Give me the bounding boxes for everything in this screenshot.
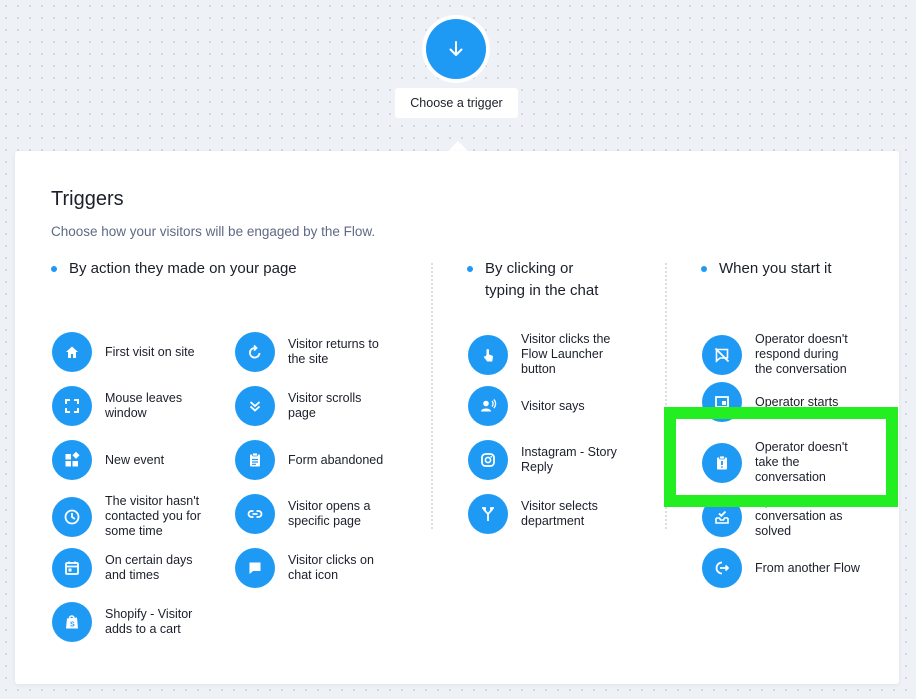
trigger-days-times[interactable]: On certain days and times: [52, 548, 193, 588]
trigger-shopify-cart[interactable]: S Shopify - Visitor adds to a cart: [52, 602, 192, 642]
trigger-first-visit[interactable]: First visit on site: [52, 332, 195, 372]
panel-title: Triggers: [51, 188, 124, 210]
clipboard-icon: [235, 440, 275, 480]
link-icon: [235, 494, 275, 534]
chat-bubble-icon: [235, 548, 275, 588]
home-icon: [52, 332, 92, 372]
trigger-label: Visitor scrolls page: [288, 391, 362, 420]
trigger-selects-department[interactable]: Visitor selects department: [468, 494, 598, 534]
column-divider: [431, 263, 433, 529]
double-chevron-down-icon: [235, 386, 275, 426]
trigger-label: Visitor says: [521, 398, 585, 413]
trigger-visitor-says[interactable]: Visitor says: [468, 386, 585, 426]
trigger-opens-page[interactable]: Visitor opens a specific page: [235, 494, 370, 534]
trigger-label: Mouse leaves window: [105, 391, 183, 420]
instagram-icon: [468, 440, 508, 480]
trigger-new-event[interactable]: New event: [52, 440, 164, 480]
person-voice-icon: [468, 386, 508, 426]
panel-subtitle: Choose how your visitors will be engaged…: [51, 224, 376, 239]
trigger-label: Visitor clicks on chat icon: [288, 553, 374, 582]
trigger-label: From another Flow: [755, 560, 860, 575]
choose-trigger-label[interactable]: Choose a trigger: [395, 88, 518, 118]
shopify-bag-icon: S: [52, 602, 92, 642]
trigger-label: Visitor clicks the Flow Launcher button: [521, 332, 611, 376]
trigger-clicks-chat-icon[interactable]: Visitor clicks on chat icon: [235, 548, 374, 588]
trigger-from-another-flow[interactable]: From another Flow: [702, 548, 860, 588]
trigger-mouse-leaves[interactable]: Mouse leaves window: [52, 386, 182, 426]
trigger-label: Visitor selects department: [521, 499, 598, 528]
svg-text:S: S: [70, 622, 75, 629]
trigger-flow-launcher[interactable]: Visitor clicks the Flow Launcher button: [468, 332, 610, 377]
section-heading-manual: When you start it: [701, 258, 899, 280]
exit-icon: [702, 548, 742, 588]
trigger-label: First visit on site: [105, 344, 195, 359]
trigger-label: The visitor hasn't contacted you for som…: [105, 494, 201, 538]
trigger-instagram-reply[interactable]: Instagram - Story Reply: [468, 440, 617, 480]
section-heading-page-actions: By action they made on your page: [51, 258, 389, 280]
refresh-icon: [235, 332, 275, 372]
trigger-label: Shopify - Visitor adds to a cart: [105, 607, 193, 636]
clock-icon: [52, 496, 92, 537]
tap-icon: [468, 334, 508, 375]
no-chat-icon: [702, 334, 742, 375]
section-heading-chat: By clicking or typing in the chat: [467, 258, 665, 302]
fork-icon: [468, 494, 508, 534]
trigger-start-node[interactable]: [426, 19, 486, 79]
widgets-icon: [52, 440, 92, 480]
trigger-no-contact[interactable]: The visitor hasn't contacted you for som…: [52, 494, 201, 539]
calendar-icon: [52, 548, 92, 588]
trigger-label: New event: [105, 452, 165, 467]
trigger-label: Operator doesn't respond during the conv…: [755, 332, 848, 376]
trigger-form-abandoned[interactable]: Form abandoned: [235, 440, 383, 480]
arrow-down-icon: [449, 41, 463, 56]
trigger-label: Instagram - Story Reply: [521, 445, 617, 474]
fullscreen-icon: [52, 386, 92, 426]
trigger-visitor-scrolls[interactable]: Visitor scrolls page: [235, 386, 361, 426]
trigger-label: Visitor returns to the site: [288, 337, 379, 366]
trigger-label: Form abandoned: [288, 452, 384, 467]
highlight-box: [664, 407, 898, 507]
trigger-label: On certain days and times: [105, 553, 193, 582]
trigger-operator-no-respond[interactable]: Operator doesn't respond during the conv…: [702, 332, 848, 377]
trigger-visitor-returns[interactable]: Visitor returns to the site: [235, 332, 379, 372]
trigger-label: Visitor opens a specific page: [288, 499, 371, 528]
